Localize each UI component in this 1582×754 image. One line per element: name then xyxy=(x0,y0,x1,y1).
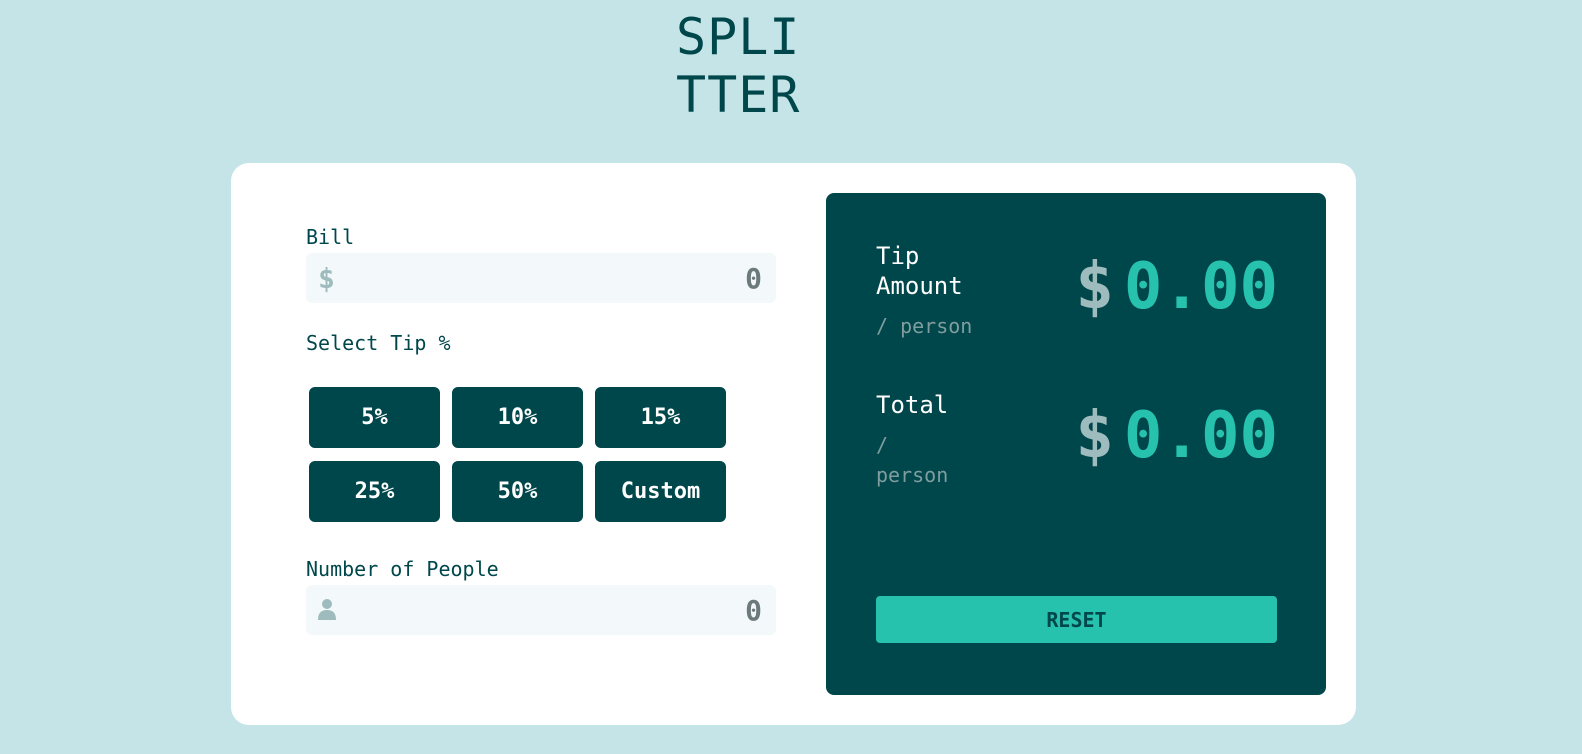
dollar-icon: $ xyxy=(318,262,335,295)
tip-amount-currency: $ xyxy=(1075,250,1114,324)
tip-amount-per-person: / person xyxy=(876,314,973,338)
bill-label: Bill xyxy=(306,225,355,249)
logo-line-2: TTER xyxy=(676,66,801,124)
people-label: Number of People xyxy=(306,557,499,581)
tip-50-button[interactable]: 50% xyxy=(452,461,583,522)
tip-10-button[interactable]: 10% xyxy=(452,387,583,448)
people-input[interactable] xyxy=(350,585,762,635)
bill-field: $ xyxy=(306,253,776,303)
tip-amount-title: Tip Amount xyxy=(876,242,963,300)
total-title: Total xyxy=(876,391,949,419)
people-field xyxy=(306,585,776,635)
tip-amount-value: $0.00 xyxy=(1075,255,1278,319)
total-currency: $ xyxy=(1075,399,1114,473)
tip-25-button[interactable]: 25% xyxy=(309,461,440,522)
tip-15-button[interactable]: 15% xyxy=(595,387,726,448)
select-tip-label: Select Tip % xyxy=(306,331,451,355)
app-logo: SPLI TTER xyxy=(676,8,800,124)
bill-input[interactable] xyxy=(350,253,762,303)
total-per-person-line2: person xyxy=(876,463,949,487)
reset-button[interactable]: RESET xyxy=(876,596,1277,643)
total-value: $0.00 xyxy=(1075,404,1278,468)
person-icon xyxy=(318,599,336,620)
results-panel: Tip Amount / person $0.00 Total / person… xyxy=(826,193,1326,695)
total-number: 0.00 xyxy=(1123,399,1278,473)
logo-line-1: SPLI xyxy=(676,8,801,66)
tip-custom-button[interactable]: Custom xyxy=(595,461,726,522)
total-per-person-line1: / xyxy=(876,433,889,457)
calculator-card: Bill $ Select Tip % 5% 10% 15% 25% 50% C… xyxy=(231,163,1356,725)
tip-amount-number: 0.00 xyxy=(1123,250,1278,324)
tip-5-button[interactable]: 5% xyxy=(309,387,440,448)
